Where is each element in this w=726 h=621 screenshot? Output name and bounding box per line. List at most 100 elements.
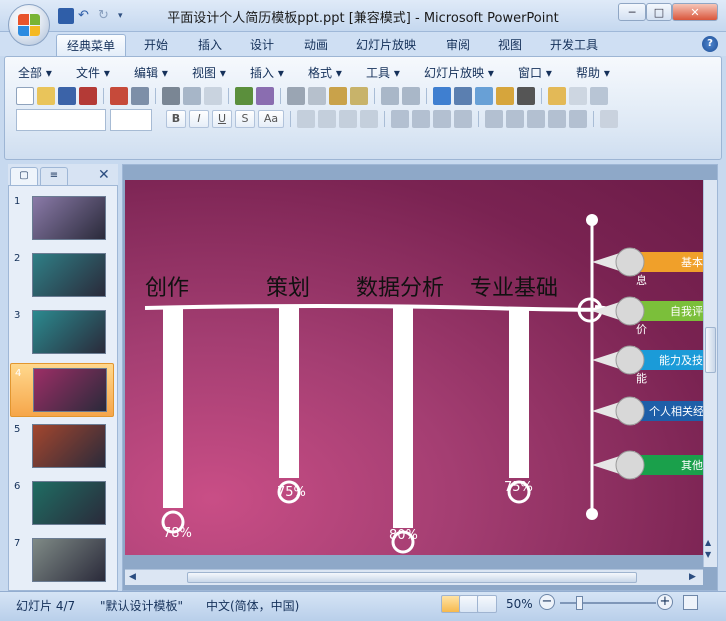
menu-window[interactable]: 窗口 ▾ [518,64,552,81]
zoom-slider-thumb[interactable] [576,596,583,610]
tab-developer[interactable]: 开发工具 [540,34,608,56]
zoom-in-icon[interactable]: + [657,594,673,610]
tab-slides[interactable]: ▢ [10,167,38,185]
minimize-button[interactable]: ─ [618,3,646,21]
tab-insert[interactable]: 插入 [188,34,232,56]
scroll-right-icon[interactable]: ▶ [689,572,696,582]
slide-thumbnail[interactable]: 3 [10,306,114,360]
open-icon[interactable] [37,87,55,105]
slide-thumbnail-selected[interactable]: 4 [10,363,114,417]
bullets-icon[interactable] [454,110,472,128]
zoom-level[interactable]: 50% [506,597,533,611]
slide-thumbnail[interactable]: 1 [10,192,114,246]
pane-close-icon[interactable]: ✕ [98,167,110,183]
slide-thumbnail[interactable]: 2 [10,249,114,303]
insert-chart-icon[interactable] [433,87,451,105]
columns-icon[interactable] [412,110,430,128]
font-color-icon[interactable] [485,110,503,128]
new-slide-icon[interactable] [548,87,566,105]
fit-to-window-icon[interactable] [683,595,698,610]
numbering-icon[interactable] [433,110,451,128]
permission-icon[interactable] [79,87,97,105]
menu-edit[interactable]: 编辑 ▾ [134,64,168,81]
normal-view-button[interactable] [441,595,461,613]
black-white-icon[interactable] [517,87,535,105]
print-icon[interactable] [162,87,180,105]
save-icon[interactable] [58,87,76,105]
tab-home[interactable]: 开始 [134,34,178,56]
justify-icon[interactable] [360,110,378,128]
slideshow-view-button[interactable] [477,595,497,613]
slide-thumbnail[interactable]: 7 [10,534,114,588]
new-icon[interactable] [16,87,34,105]
insert-table-icon[interactable] [454,87,472,105]
vertical-scrollbar[interactable]: ▲ ▼ [703,180,717,567]
color-grayscale-icon[interactable] [496,87,514,105]
italic-button[interactable]: I [189,110,209,128]
spelling-icon[interactable] [235,87,253,105]
copy-icon[interactable] [308,87,326,105]
font-name-combo[interactable] [16,109,106,131]
menu-view[interactable]: 视图 ▾ [192,64,226,81]
prev-slide-icon[interactable]: ▲ [705,538,711,547]
shadow-button[interactable]: S [235,110,255,128]
tab-outline[interactable]: ≡ [40,167,68,185]
paste-icon[interactable] [329,87,347,105]
text-direction-icon[interactable] [391,110,409,128]
tab-classic-menu[interactable]: 经典菜单 [56,34,127,56]
slide-canvas[interactable]: 创作 策划 数据分析 专业基础 78% 75% 80% 75% 基本息自我评价能… [125,180,703,555]
grow-font-icon[interactable] [506,110,524,128]
menu-insert[interactable]: 插入 ▾ [250,64,284,81]
tab-review[interactable]: 审阅 [436,34,480,56]
office-button[interactable] [8,4,50,46]
theme-name[interactable]: "默认设计模板" [100,597,183,614]
shape-icon[interactable] [600,110,618,128]
align-right-icon[interactable] [339,110,357,128]
underline-button[interactable]: U [212,110,232,128]
slide-thumbnail[interactable]: 6 [10,477,114,531]
tab-view[interactable]: 视图 [488,34,532,56]
shrink-font-icon[interactable] [527,110,545,128]
hscroll-thumb[interactable] [187,572,637,583]
zoom-slider-track[interactable] [560,602,656,604]
tab-animation[interactable]: 动画 [294,34,338,56]
scroll-left-icon[interactable]: ◀ [129,572,136,582]
menu-format[interactable]: 格式 ▾ [308,64,342,81]
zoom-out-icon[interactable]: − [539,594,555,610]
menu-help[interactable]: 帮助 ▾ [576,64,610,81]
tab-slideshow[interactable]: 幻灯片放映 [346,34,426,56]
next-slide-icon[interactable]: ▼ [705,550,711,559]
help-icon[interactable]: ? [702,36,718,52]
insert-smartart-icon[interactable] [475,87,493,105]
align-left-icon[interactable] [297,110,315,128]
menu-slideshow[interactable]: 幻灯片放映 ▾ [424,64,494,81]
decrease-indent-icon[interactable] [548,110,566,128]
language-indicator[interactable]: 中文(简体，中国) [206,597,299,614]
menu-file[interactable]: 文件 ▾ [76,64,110,81]
undo-icon[interactable] [381,87,399,105]
font-size-combo[interactable] [110,109,152,131]
align-center-icon[interactable] [318,110,336,128]
print-preview-icon[interactable] [183,87,201,105]
menu-all[interactable]: 全部 ▾ [18,64,52,81]
close-button[interactable]: ✕ [672,3,718,21]
research-icon[interactable] [256,87,274,105]
design-icon[interactable] [590,87,608,105]
format-painter-icon[interactable] [350,87,368,105]
horizontal-scrollbar[interactable]: ◀ ▶ [125,569,703,585]
slideshow-icon[interactable] [204,87,222,105]
bold-button[interactable]: B [166,110,186,128]
menu-tools[interactable]: 工具 ▾ [366,64,400,81]
slide-sorter-button[interactable] [459,595,479,613]
slide-thumbnail[interactable]: 5 [10,420,114,474]
vscroll-thumb[interactable] [705,327,716,373]
tab-design[interactable]: 设计 [240,34,284,56]
increase-indent-icon[interactable] [569,110,587,128]
redo-icon[interactable] [402,87,420,105]
attach-icon[interactable] [131,87,149,105]
change-case-button[interactable]: Aa [258,110,284,128]
cut-icon[interactable] [287,87,305,105]
maximize-button[interactable]: □ [646,3,672,21]
layout-icon[interactable] [569,87,587,105]
export-pdf-icon[interactable] [110,87,128,105]
